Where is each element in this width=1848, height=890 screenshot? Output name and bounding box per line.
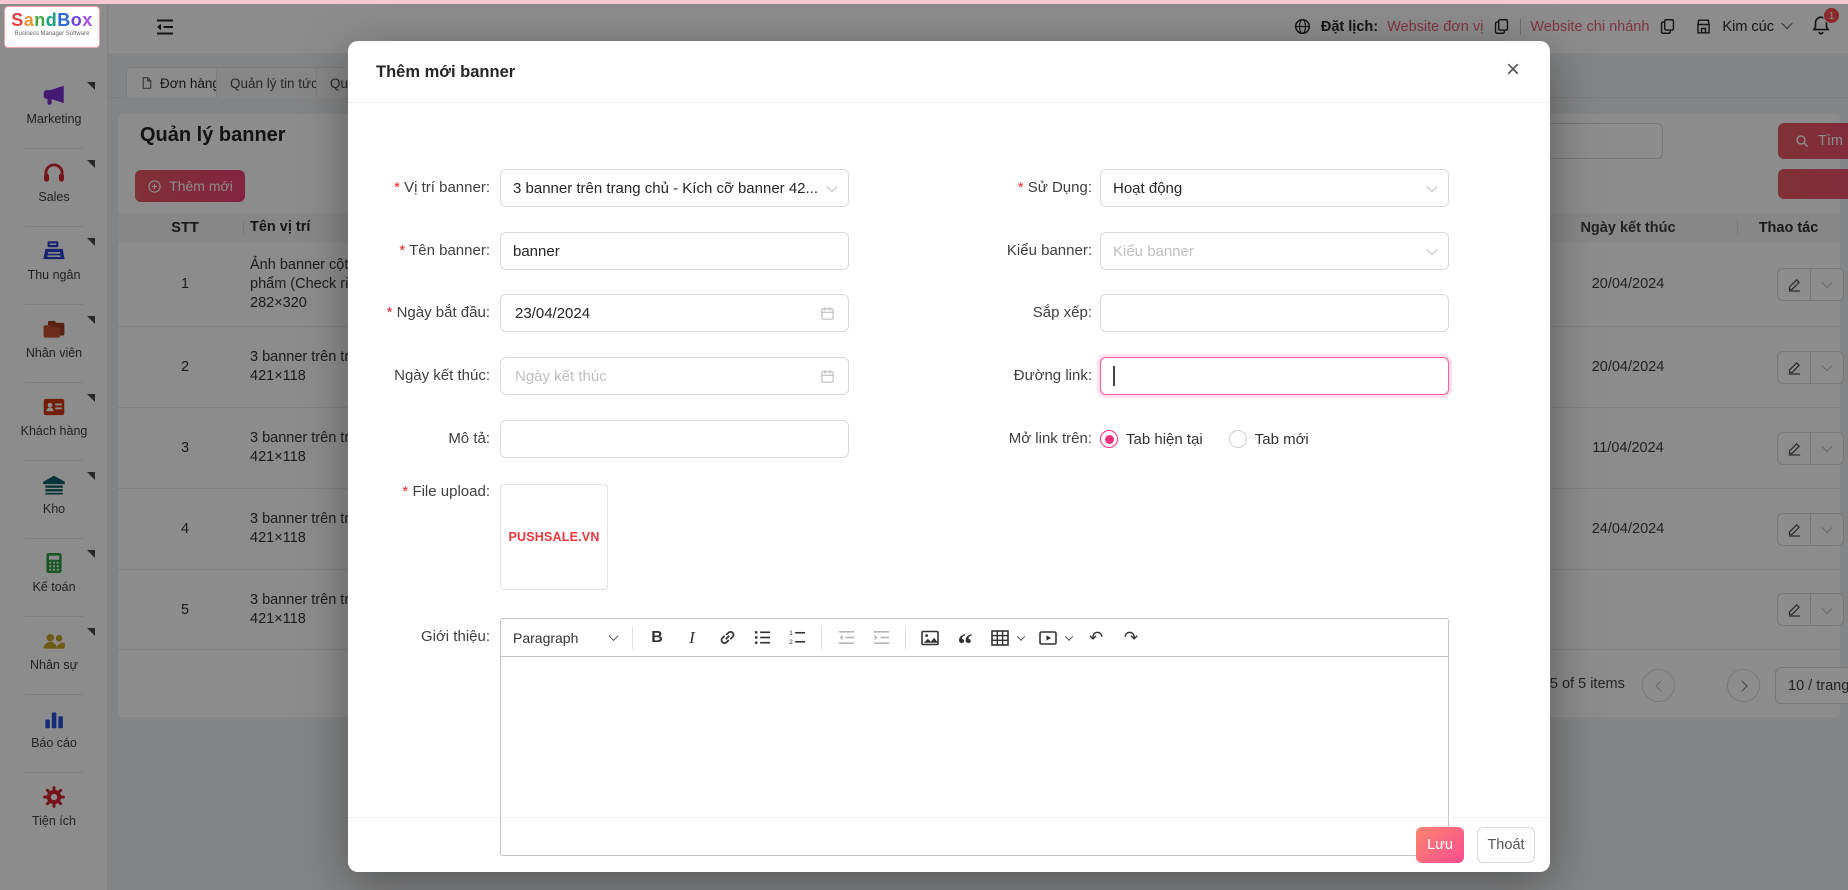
modal-header: Thêm mới banner × bbox=[348, 41, 1550, 103]
banner-type-select[interactable]: Kiểu banner bbox=[1100, 232, 1449, 270]
calendar-icon bbox=[819, 368, 836, 385]
table-icon[interactable] bbox=[989, 625, 1011, 651]
start-date-picker[interactable] bbox=[500, 294, 849, 332]
banner-type-placeholder: Kiểu banner bbox=[1113, 243, 1194, 260]
calendar-icon bbox=[819, 305, 836, 322]
modal-title: Thêm mới banner bbox=[376, 63, 515, 82]
text-caret bbox=[1113, 366, 1115, 386]
link-input[interactable] bbox=[1100, 357, 1449, 395]
undo-icon[interactable]: ↶ bbox=[1085, 625, 1107, 651]
italic-icon[interactable]: I bbox=[681, 625, 703, 651]
end-date-input[interactable] bbox=[513, 367, 793, 386]
radio-label: Tab mới bbox=[1255, 431, 1309, 448]
field-label-link: Đường link: bbox=[888, 357, 1092, 395]
chevron-down-icon bbox=[1426, 181, 1437, 192]
position-select-value: 3 banner trên trang chủ - Kích cỡ banner… bbox=[513, 180, 818, 197]
chevron-down-icon bbox=[826, 181, 837, 192]
chevron-down-icon[interactable] bbox=[1017, 632, 1025, 640]
open-in-radio-group: Tab hiện tại Tab mới bbox=[1100, 420, 1309, 458]
svg-text:2: 2 bbox=[789, 639, 793, 646]
outdent-icon[interactable] bbox=[835, 625, 857, 651]
svg-text:1: 1 bbox=[789, 630, 793, 637]
field-label-intro: Giới thiệu: bbox=[348, 618, 490, 656]
status-select[interactable]: Hoạt động bbox=[1100, 169, 1449, 207]
bulleted-list-icon[interactable] bbox=[751, 625, 773, 651]
radio-unselected-icon bbox=[1229, 430, 1247, 448]
close-icon[interactable]: × bbox=[1498, 55, 1528, 85]
exit-button[interactable]: Thoát bbox=[1477, 827, 1535, 863]
radio-tab-hien-tai[interactable]: Tab hiện tại bbox=[1100, 430, 1203, 448]
field-label-file: File upload: bbox=[348, 473, 490, 511]
file-preview-text: PUSHSALE.VN bbox=[508, 530, 599, 544]
field-label-type: Kiểu banner: bbox=[888, 232, 1092, 270]
media-icon[interactable] bbox=[1037, 625, 1059, 651]
app-logo[interactable]: SandBox Business Manager Software bbox=[4, 6, 100, 48]
field-label-description: Mô tả: bbox=[348, 420, 490, 458]
link-icon[interactable] bbox=[716, 625, 738, 651]
numbered-list-icon[interactable]: 12 bbox=[786, 625, 808, 651]
paragraph-dropdown-value: Paragraph bbox=[513, 630, 578, 646]
modal-body: Vị trí banner: 3 banner trên trang chủ -… bbox=[348, 103, 1550, 817]
position-select[interactable]: 3 banner trên trang chủ - Kích cỡ banner… bbox=[500, 169, 849, 207]
logo-wordmark: SandBox bbox=[5, 10, 99, 30]
chevron-down-icon bbox=[609, 631, 619, 641]
field-label-end-date: Ngày kết thúc: bbox=[348, 357, 490, 395]
editor-toolbar: Paragraph B I 12 “ bbox=[501, 619, 1448, 657]
field-label-order: Sắp xếp: bbox=[888, 294, 1092, 332]
top-accent-strip bbox=[0, 0, 1848, 4]
field-label-position: Vị trí banner: bbox=[348, 169, 490, 207]
field-label-status: Sử Dụng: bbox=[888, 169, 1092, 207]
image-icon[interactable] bbox=[919, 625, 941, 651]
banner-name-input[interactable] bbox=[500, 232, 849, 270]
file-upload-preview[interactable]: PUSHSALE.VN bbox=[500, 484, 608, 590]
add-banner-modal: Thêm mới banner × Vị trí banner: 3 banne… bbox=[348, 41, 1550, 872]
quote-icon[interactable]: “ bbox=[954, 625, 976, 651]
screen: Marketing Sales Thu ngân bbox=[0, 0, 1848, 890]
redo-icon[interactable]: ↷ bbox=[1120, 625, 1142, 651]
save-button[interactable]: Lưu bbox=[1416, 827, 1464, 863]
end-date-picker[interactable] bbox=[500, 357, 849, 395]
chevron-down-icon bbox=[1426, 244, 1437, 255]
start-date-input[interactable] bbox=[513, 304, 793, 323]
radio-selected-icon bbox=[1100, 430, 1118, 448]
field-label-name: Tên banner: bbox=[348, 232, 490, 270]
indent-icon[interactable] bbox=[870, 625, 892, 651]
chevron-down-icon[interactable] bbox=[1065, 632, 1073, 640]
paragraph-dropdown[interactable]: Paragraph bbox=[511, 626, 619, 650]
field-label-open-in: Mở link trên: bbox=[888, 420, 1092, 458]
description-input[interactable] bbox=[500, 420, 849, 458]
radio-label: Tab hiện tại bbox=[1126, 431, 1203, 448]
bold-icon[interactable]: B bbox=[646, 625, 668, 651]
order-input[interactable] bbox=[1100, 294, 1449, 332]
radio-tab-moi[interactable]: Tab mới bbox=[1229, 430, 1309, 448]
logo-tagline: Business Manager Software bbox=[7, 30, 96, 37]
status-select-value: Hoạt động bbox=[1113, 180, 1182, 197]
field-label-start-date: Ngày bắt đầu: bbox=[348, 294, 490, 332]
modal-footer: Lưu Thoát bbox=[348, 817, 1550, 872]
